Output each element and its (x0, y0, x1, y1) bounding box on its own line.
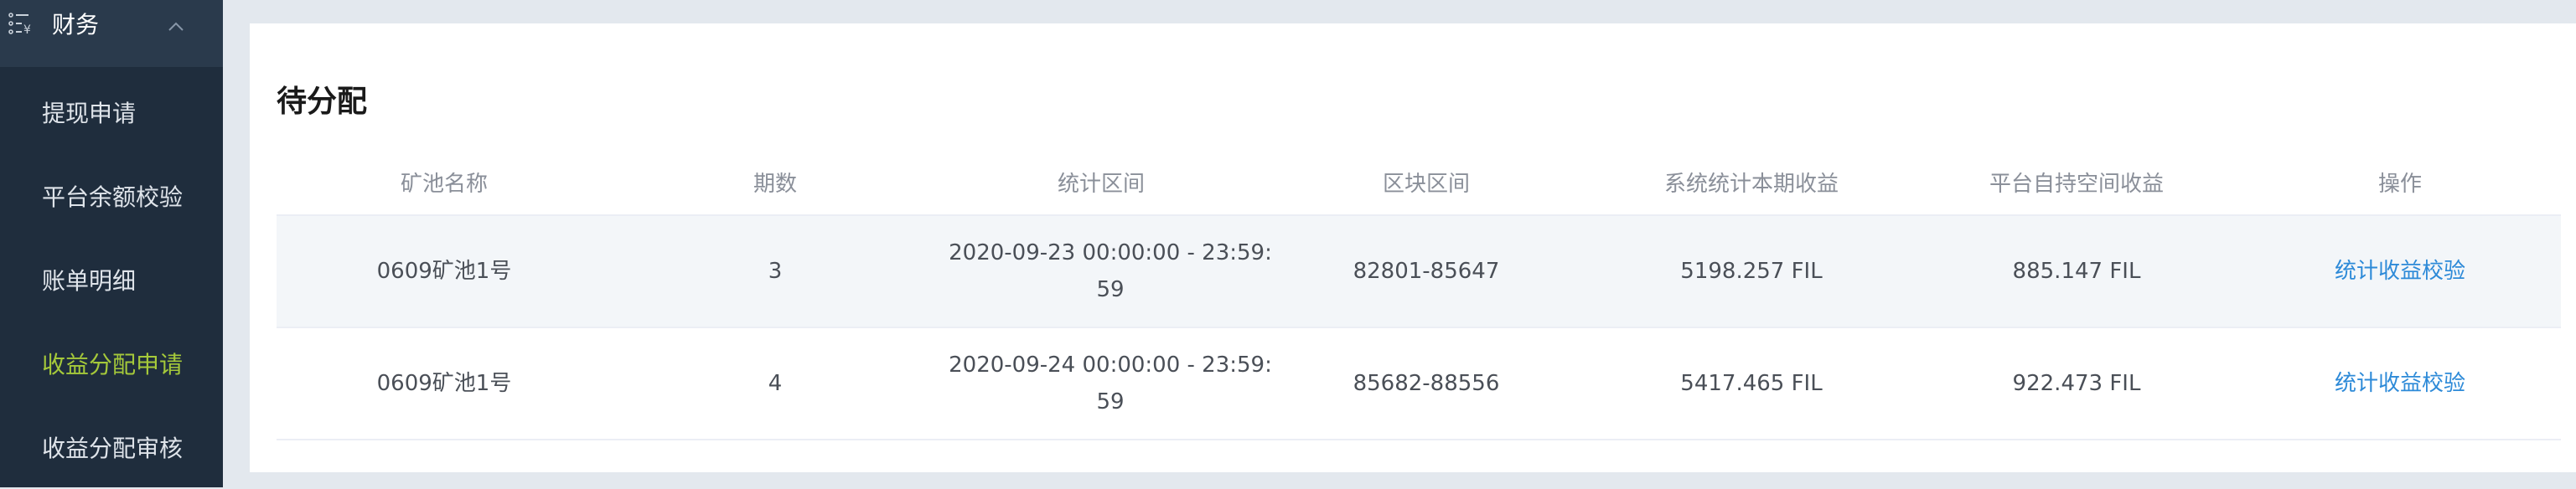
svg-text:¥: ¥ (23, 23, 31, 35)
sidebar-item-balance-check[interactable]: 平台余额校验 (0, 154, 223, 238)
cell-period: 3 (612, 215, 939, 328)
chevron-up-icon (166, 12, 186, 31)
sidebar-item-label: 账单明细 (42, 267, 137, 295)
cell-pool-name: 0609矿池1号 (277, 327, 612, 440)
column-header: 系统统计本期收益 (1589, 156, 1914, 216)
sidebar-item-bill-details[interactable]: 账单明细 (0, 238, 223, 322)
table-row: 0609矿池1号 4 2020-09-24 00:00:00 - 23:59:5… (277, 327, 2561, 440)
column-header: 矿池名称 (277, 156, 612, 216)
sidebar-item-income-distribution-request[interactable]: 收益分配申请 (0, 322, 223, 405)
cell-range: 2020-09-24 00:00:00 - 23:59:59 (939, 327, 1272, 440)
sidebar-item-label: 提现申请 (42, 100, 137, 127)
column-header: 操作 (2239, 156, 2561, 216)
content-card: 待分配 矿池名称 期数 统计区间 区块区间 系统统计本期收益 平台自持空间收益 … (250, 23, 2576, 472)
sidebar-item-withdraw-request[interactable]: 提现申请 (0, 70, 223, 154)
cell-period: 4 (612, 327, 939, 440)
range-text: 2020-09-23 00:00:00 - 23:59:59 (949, 240, 1272, 302)
column-header: 区块区间 (1264, 156, 1589, 216)
page-title: 待分配 (277, 85, 368, 119)
menu-finance[interactable]: ¥ 财务 (0, 0, 223, 67)
cell-blocks: 85682-88556 (1264, 327, 1589, 440)
verify-income-link[interactable]: 统计收益校验 (2335, 371, 2465, 396)
sidebar-item-income-distribution-review[interactable]: 收益分配审核 (0, 405, 223, 489)
cell-action: 统计收益校验 (2239, 327, 2561, 440)
sidebar-item-label: 平台余额校验 (42, 183, 184, 211)
distribution-table: 矿池名称 期数 统计区间 区块区间 系统统计本期收益 平台自持空间收益 操作 0… (277, 156, 2561, 440)
table-header-row: 矿池名称 期数 统计区间 区块区间 系统统计本期收益 平台自持空间收益 操作 (277, 156, 2561, 216)
cell-action: 统计收益校验 (2239, 215, 2561, 328)
cell-system-income: 5417.465 FIL (1589, 327, 1914, 440)
menu-finance-label: 财务 (52, 11, 100, 39)
cell-blocks: 82801-85647 (1264, 215, 1589, 328)
column-header: 平台自持空间收益 (1914, 156, 2239, 216)
finance-list-icon: ¥ (8, 12, 35, 37)
sidebar-item-label: 收益分配审核 (42, 435, 184, 462)
cell-platform-income: 922.473 FIL (1914, 327, 2239, 440)
column-header: 统计区间 (939, 156, 1264, 216)
sidebar: ¥ 财务 提现申请 平台余额校验 账单明细 收益分配申请 收益分配审核 (0, 0, 223, 487)
cell-system-income: 5198.257 FIL (1589, 215, 1914, 328)
table-row: 0609矿池1号 3 2020-09-23 00:00:00 - 23:59:5… (277, 215, 2561, 328)
verify-income-link[interactable]: 统计收益校验 (2335, 259, 2465, 284)
cell-platform-income: 885.147 FIL (1914, 215, 2239, 328)
cell-pool-name: 0609矿池1号 (277, 215, 612, 328)
range-text: 2020-09-24 00:00:00 - 23:59:59 (949, 353, 1272, 414)
sidebar-item-label: 收益分配申请 (42, 351, 184, 378)
cell-range: 2020-09-23 00:00:00 - 23:59:59 (939, 215, 1272, 328)
column-header: 期数 (612, 156, 939, 216)
